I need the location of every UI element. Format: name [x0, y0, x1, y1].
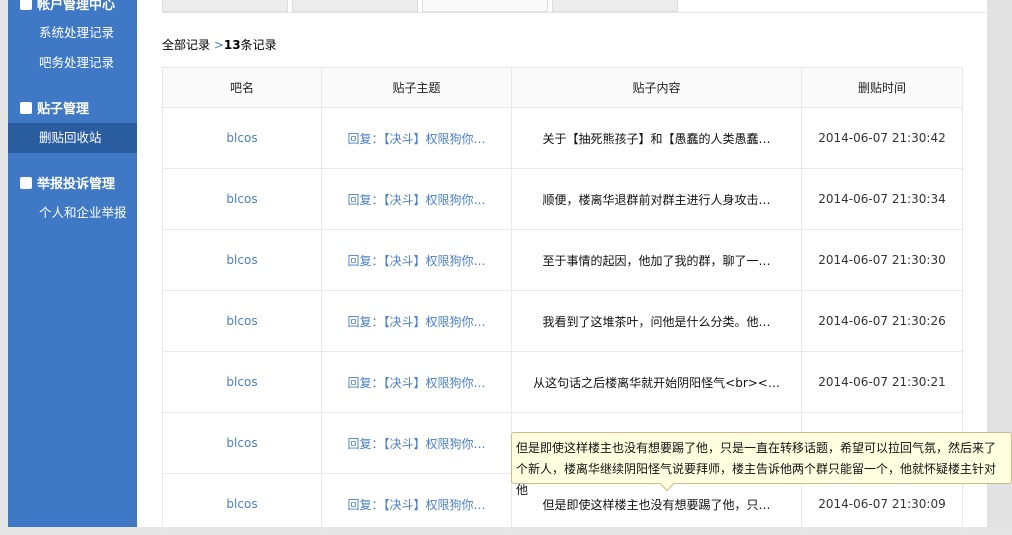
breadcrumb-root[interactable]: 全部记录 [162, 38, 210, 52]
breadcrumb: 全部记录 >13条记录 [162, 36, 277, 53]
document-icon [20, 101, 32, 114]
content-cell: 至于事情的起因，他加了我的群，聊了一… [511, 229, 802, 291]
bar-name-link[interactable]: blcos [162, 168, 322, 230]
topic-link[interactable]: 回复：【决斗】权限狗你… [321, 229, 512, 291]
header-content: 贴子内容 [511, 67, 802, 108]
sidebar-item-system-records[interactable]: 系统处理记录 [8, 18, 137, 48]
header-bar-name: 吧名 [162, 67, 322, 108]
content-cell: 从这句话之后楼离华就开始阴阳怪气<br><… [511, 351, 802, 413]
table-row: blcos 回复：【决斗】权限狗你… 至于事情的起因，他加了我的群，聊了一… 2014… [162, 229, 963, 291]
table-row: blcos 回复：【决斗】权限狗你… 从这句话之后楼离华就开始阴阳怪气<br><… 2… [162, 351, 963, 413]
header-time: 删贴时间 [801, 67, 963, 108]
tab-4[interactable] [552, 0, 678, 12]
content-cell: 关于【抽死熊孩子】和【愚蠢的人类愚蠢… [511, 107, 802, 169]
header-topic: 贴子主题 [321, 67, 512, 108]
users-icon [20, 176, 32, 189]
bar-name-link[interactable]: blcos [162, 107, 322, 169]
topic-link[interactable]: 回复：【决斗】权限狗你… [321, 168, 512, 230]
tab-3[interactable] [422, 0, 548, 12]
topic-link[interactable]: 回复：【决斗】权限狗你… [321, 351, 512, 413]
bar-name-link[interactable]: blcos [162, 412, 322, 474]
breadcrumb-sep: > [210, 38, 224, 52]
table-row: blcos 回复：【决斗】权限狗你… 顺便，楼离华退群前对群主进行人身攻击… 2014… [162, 168, 963, 230]
sidebar-item-recycle-bin[interactable]: 删贴回收站 [8, 123, 137, 153]
section-label: 举报投诉管理 [37, 177, 116, 192]
time-cell: 2014-06-07 21:30:34 [801, 168, 963, 230]
content-tooltip: 但是即使这样楼主也没有想要踢了他，只是一直在转移话题，希望可以拉回气氛，然后来了… [511, 432, 1012, 497]
topic-link[interactable]: 回复：【决斗】权限狗你… [321, 107, 512, 169]
table-row: blcos 回复：【决斗】权限狗你… 关于【抽死熊孩子】和【愚蠢的人类愚蠢… 2014… [162, 107, 963, 169]
topic-link[interactable]: 回复：【决斗】权限狗你… [321, 473, 512, 535]
table-row: blcos 回复：【决斗】权限狗你… 我看到了这堆茶叶，问他是什么分类。他… 2014… [162, 290, 963, 352]
sidebar-item-reports[interactable]: 个人和企业举报 [8, 198, 137, 228]
sidebar: 帐户管理中心 系统处理记录 吧务处理记录 贴子管理 删贴回收站 举报投诉管理 个… [8, 0, 137, 527]
topic-link[interactable]: 回复：【决斗】权限狗你… [321, 412, 512, 474]
time-cell: 2014-06-07 21:30:21 [801, 351, 963, 413]
sidebar-item-bar-records[interactable]: 吧务处理记录 [8, 48, 137, 78]
bar-name-link[interactable]: blcos [162, 473, 322, 535]
sidebar-section-posts[interactable]: 贴子管理 [20, 98, 89, 117]
tab-2[interactable] [292, 0, 418, 12]
bar-name-link[interactable]: blcos [162, 351, 322, 413]
time-cell: 2014-06-07 21:30:30 [801, 229, 963, 291]
content-cell: 我看到了这堆茶叶，问他是什么分类。他… [511, 290, 802, 352]
time-cell: 2014-06-07 21:30:42 [801, 107, 963, 169]
section-label: 贴子管理 [37, 102, 90, 117]
topic-link[interactable]: 回复：【决斗】权限狗你… [321, 290, 512, 352]
user-icon [20, 0, 32, 10]
content-cell: 顺便，楼离华退群前对群主进行人身攻击… [511, 168, 802, 230]
sidebar-section-account[interactable]: 帐户管理中心 [20, 0, 115, 13]
sidebar-section-reports[interactable]: 举报投诉管理 [20, 173, 115, 192]
time-cell: 2014-06-07 21:30:26 [801, 290, 963, 352]
breadcrumb-suffix: 条记录 [240, 38, 277, 52]
bar-name-link[interactable]: blcos [162, 229, 322, 291]
tab-1[interactable] [162, 0, 288, 12]
section-label: 帐户管理中心 [37, 0, 116, 13]
record-count: 13 [223, 38, 241, 52]
tab-bar [162, 0, 987, 13]
bar-name-link[interactable]: blcos [162, 290, 322, 352]
